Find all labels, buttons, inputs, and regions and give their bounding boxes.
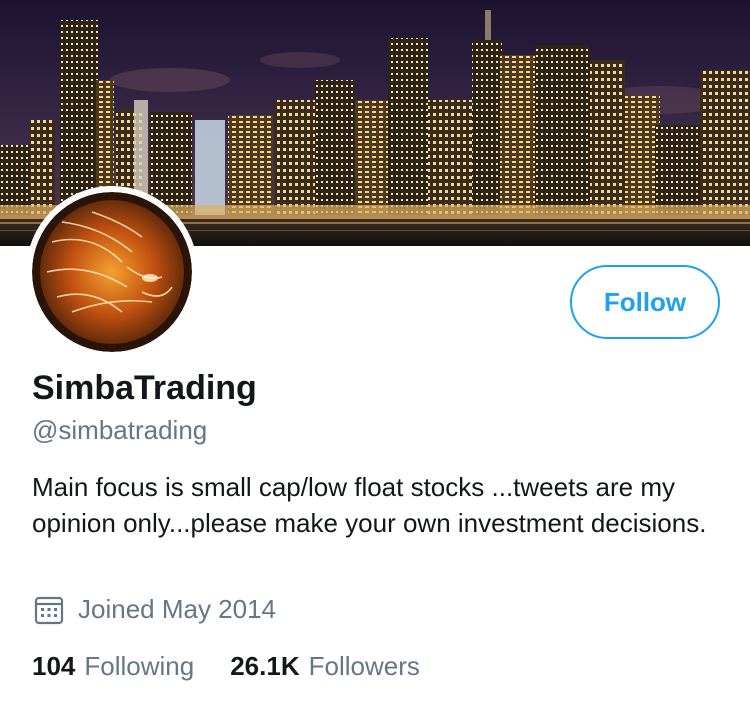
joined-text: Joined May 2014 <box>78 594 277 624</box>
followers-label: Followers <box>308 651 420 681</box>
followers-count: 26.1K <box>230 651 300 681</box>
user-handle: @simbatrading <box>32 415 208 445</box>
profile-stats: 104 Following 26.1K Followers <box>32 651 456 682</box>
profile-bio: Main focus is small cap/low float stocks… <box>32 472 707 538</box>
following-label: Following <box>84 651 195 681</box>
following-count: 104 <box>32 651 76 681</box>
avatar-image <box>32 192 192 352</box>
followers-link[interactable]: 26.1K Followers <box>230 651 420 682</box>
follow-button[interactable]: Follow <box>570 265 720 339</box>
joined-date: Joined May 2014 <box>34 594 276 625</box>
avatar[interactable] <box>26 186 198 358</box>
following-link[interactable]: 104 Following <box>32 651 194 682</box>
calendar-icon <box>34 595 64 625</box>
display-name: SimbaTrading <box>32 369 257 407</box>
